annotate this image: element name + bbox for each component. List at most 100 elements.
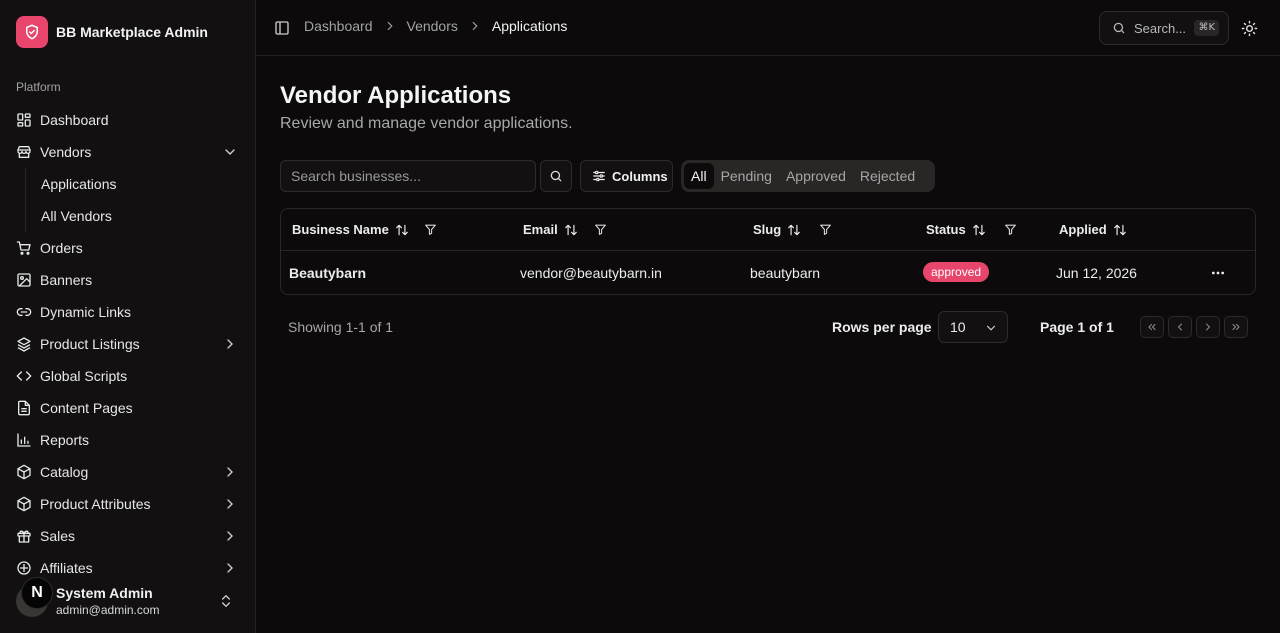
sidebar-item-product-listings[interactable]: Product Listings [8,328,248,360]
rows-per-page-label: Rows per page [832,319,932,335]
sidebar-item-dashboard[interactable]: Dashboard [8,104,248,136]
file-text-icon [16,400,32,416]
sidebar-item-label: Product Listings [40,336,140,352]
tab-pending[interactable]: Pending [714,163,779,189]
sidebar-item-label: Affiliates [40,560,93,576]
chevron-right-icon [468,19,482,33]
first-page-button[interactable] [1140,316,1164,338]
tab-rejected[interactable]: Rejected [853,163,922,189]
breadcrumb-dashboard[interactable]: Dashboard [304,18,373,34]
filter-icon[interactable] [594,223,607,236]
column-header-slug[interactable]: Slug [753,222,801,237]
sidebar-item-label: Vendors [40,144,92,160]
search-submit-button[interactable] [540,160,572,192]
rows-per-page-value: 10 [950,319,966,335]
sidebar-item-orders[interactable]: Orders [8,232,248,264]
sidebar-subitem-applications[interactable]: Applications [26,168,248,200]
sidebar-item-label: Banners [40,272,93,288]
user-menu[interactable]: N System Admin admin@admin.com [16,577,240,621]
sidebar-item-sales[interactable]: Sales [8,520,248,552]
chevrons-up-down-icon [218,593,234,609]
filter-icon[interactable] [1004,223,1017,236]
next-page-button[interactable] [1196,316,1220,338]
column-label: Email [523,222,558,237]
column-label: Slug [753,222,782,237]
chevron-down-icon [222,144,238,160]
gift-icon [16,528,32,544]
row-divider [281,250,1255,251]
sidebar-item-label: Sales [40,528,76,544]
sidebar-item-label: Reports [40,432,90,448]
cart-icon [16,240,32,256]
last-page-button[interactable] [1224,316,1248,338]
sidebar-subitem-all-vendors[interactable]: All Vendors [26,200,248,232]
column-header-email[interactable]: Email [523,222,578,237]
chevron-down-icon [984,321,998,335]
sidebar: BB Marketplace Admin Platform Dashboard … [0,0,256,633]
shield-logo-icon [16,16,48,48]
sidebar-item-label: Global Scripts [40,368,128,384]
global-search-button[interactable]: Search... ⌘K [1099,11,1229,45]
chevron-right-icon [222,528,238,544]
image-icon [16,272,32,288]
sidebar-toggle-icon[interactable] [274,20,290,36]
sun-icon[interactable] [1241,20,1258,37]
sidebar-item-product-attributes[interactable]: Product Attributes [8,488,248,520]
sidebar-item-dynamic-links[interactable]: Dynamic Links [8,296,248,328]
tab-approved[interactable]: Approved [779,163,853,189]
more-horizontal-icon[interactable] [1210,265,1226,281]
chevron-right-icon [222,560,238,576]
sidebar-item-label: Dashboard [40,112,109,128]
column-header-status[interactable]: Status [926,222,986,237]
column-header-applied[interactable]: Applied [1059,222,1127,237]
page-subtitle: Review and manage vendor applications. [280,115,573,132]
cell-email: vendor@beautybarn.in [520,265,662,281]
search-icon [1112,21,1126,35]
column-label: Applied [1059,222,1107,237]
filter-icon[interactable] [819,223,832,236]
global-search-label: Search... [1134,20,1187,36]
cell-slug: beautybarn [750,265,821,281]
code-icon [16,368,32,384]
applications-table: Business Name Email Slug Status Applied … [280,208,1256,295]
breadcrumb-vendors[interactable]: Vendors [407,18,458,34]
sidebar-item-affiliates[interactable]: Affiliates [8,552,248,576]
sort-icon [395,223,409,237]
page-title: Vendor Applications [280,82,512,109]
chevrons-right-icon [1230,321,1242,333]
status-tabs: All Pending Approved Rejected [681,160,935,192]
sort-icon [1113,223,1127,237]
brand[interactable]: BB Marketplace Admin [16,16,208,48]
bar-chart-icon [16,432,32,448]
column-header-business-name[interactable]: Business Name [292,222,409,237]
rows-per-page-select[interactable]: 10 [938,311,1008,343]
business-search-input[interactable] [280,160,536,192]
sidebar-item-reports[interactable]: Reports [8,424,248,456]
sidebar-item-label: Dynamic Links [40,304,132,320]
chevrons-left-icon [1146,321,1158,333]
breadcrumb-applications: Applications [491,18,568,34]
columns-label: Columns [612,168,668,184]
columns-button[interactable]: Columns [580,160,673,192]
link-icon [16,304,32,320]
chevron-right-icon [222,336,238,352]
package-icon [16,496,32,512]
sidebar-item-banners[interactable]: Banners [8,264,248,296]
sliders-icon [592,169,606,183]
badge-icon [16,560,32,576]
previous-page-button[interactable] [1168,316,1192,338]
sidebar-item-global-scripts[interactable]: Global Scripts [8,360,248,392]
sidebar-item-label: Content Pages [40,400,133,416]
app-name: BB Marketplace Admin [56,24,208,40]
tab-all[interactable]: All [684,163,714,189]
sidebar-item-vendors[interactable]: Vendors [8,136,248,168]
sidebar-item-label: Catalog [40,464,89,480]
page-indicator: Page 1 of 1 [1040,319,1114,335]
sidebar-item-content-pages[interactable]: Content Pages [8,392,248,424]
package-icon [16,464,32,480]
sidebar-item-catalog[interactable]: Catalog [8,456,248,488]
filter-icon[interactable] [424,223,437,236]
sidebar-item-label: Orders [40,240,83,256]
sort-icon [972,223,986,237]
user-name: System Admin [56,585,153,601]
